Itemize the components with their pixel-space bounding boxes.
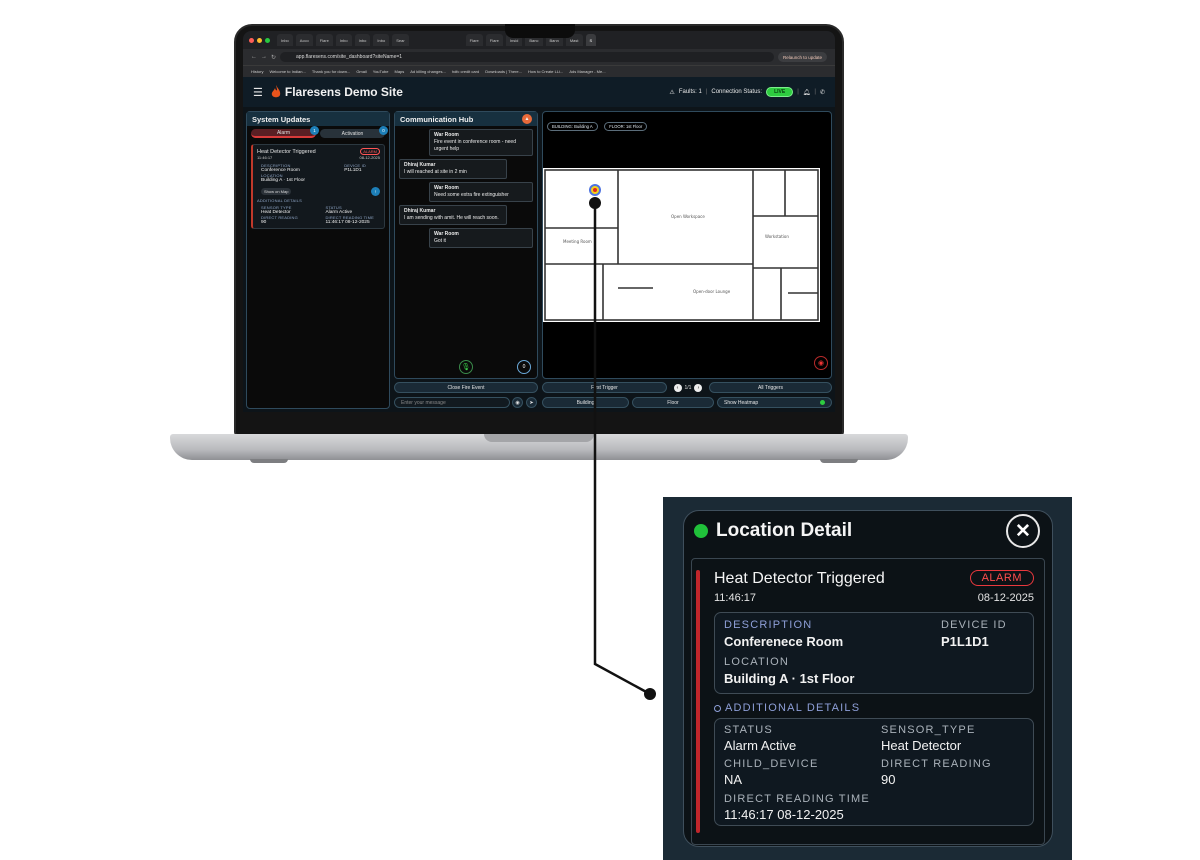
device-id-label: DEVICE ID	[941, 619, 1007, 631]
additional-details-label: ADDITIONAL DETAILS	[725, 702, 861, 714]
sensor-type-label: SENSOR_TYPE	[881, 724, 976, 736]
status-label: STATUS	[724, 724, 773, 736]
child-device-value: NA	[724, 772, 743, 787]
close-icon[interactable]: ✕	[1006, 514, 1040, 548]
reading-time-value: 11:46:17 08-12-2025	[724, 807, 844, 822]
location-label: LOCATION	[724, 656, 790, 668]
reading-time-label: DIRECT READING TIME	[724, 793, 870, 805]
camera-notch	[505, 24, 575, 38]
circle-icon	[714, 704, 721, 712]
event-time: 11:46:17	[714, 592, 757, 604]
stage: Inbo Acco Flare Inbo Inbo Inbo Sear Flar…	[0, 0, 1200, 860]
child-device-label: CHILD_DEVICE	[724, 758, 819, 770]
connector-line	[593, 203, 651, 696]
description-value: Conferenece Room	[724, 634, 844, 649]
connector-end-dot	[644, 688, 656, 700]
location-detail-modal: Location Detail ✕ Heat Detector Triggere…	[683, 510, 1053, 847]
location-value: Building A · 1st Floor	[724, 671, 855, 686]
direct-reading-value: 90	[881, 772, 896, 787]
event-date: 08-12-2025	[977, 592, 1034, 604]
description-label: DESCRIPTION	[724, 619, 813, 631]
location-detail-callout: Location Detail ✕ Heat Detector Triggere…	[663, 497, 1072, 860]
alarm-severity-bar	[696, 570, 700, 833]
modal-header: Location Detail ✕	[684, 511, 1052, 551]
modal-body: Heat Detector Triggered ALARM 11:46:17 0…	[691, 558, 1045, 845]
device-id-value: P1L1D1	[941, 634, 989, 649]
modal-title: Location Detail	[716, 520, 853, 541]
status-value: Alarm Active	[724, 738, 797, 753]
sensor-type-value: Heat Detector	[881, 738, 962, 753]
additional-details-toggle[interactable]: ADDITIONAL DETAILS	[714, 702, 860, 714]
event-title: Heat Detector Triggered	[714, 570, 885, 587]
details-box: STATUS Alarm Active SENSOR_TYPE Heat Det…	[714, 718, 1034, 826]
summary-box: DESCRIPTION Conferenece Room DEVICE ID P…	[714, 612, 1034, 694]
direct-reading-label: DIRECT READING	[881, 758, 992, 770]
status-dot	[694, 524, 708, 538]
alarm-badge: ALARM	[969, 570, 1034, 586]
